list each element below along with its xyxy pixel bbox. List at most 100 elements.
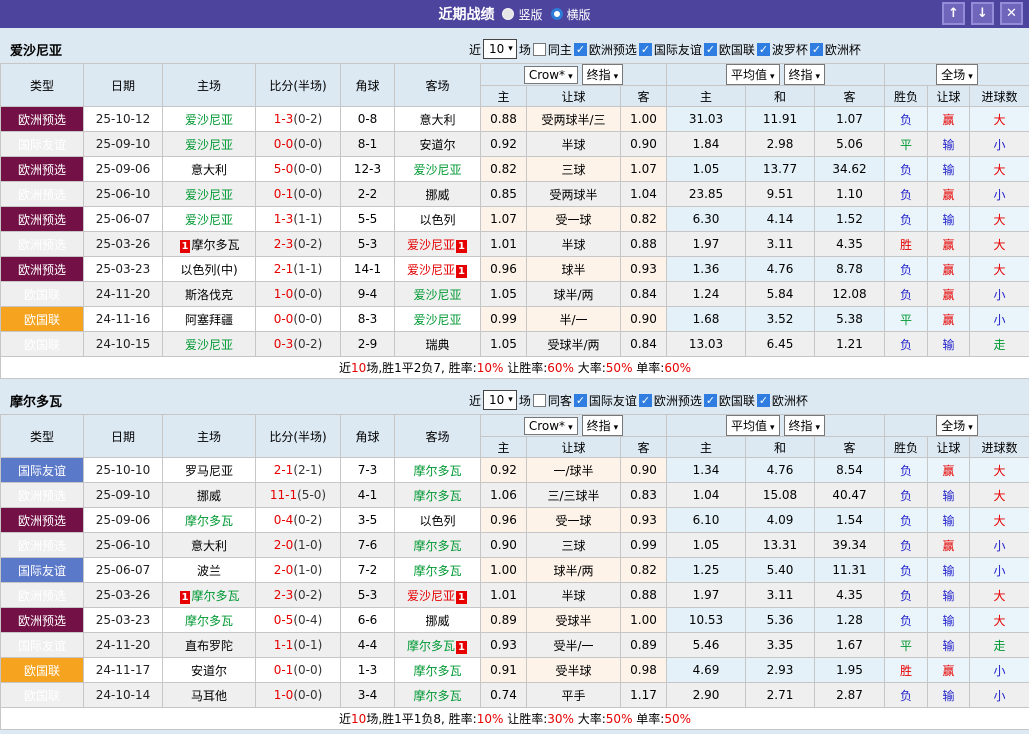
fulltime-score: 0-1 [274, 663, 294, 677]
result-cell-1: 赢 [928, 307, 970, 332]
home-team-name: 罗马尼亚 [185, 464, 233, 478]
competition-checkbox-3[interactable] [757, 43, 770, 56]
away-team-cell: 摩尔多瓦 [395, 683, 481, 708]
score-cell: 0-4(0-2) [256, 508, 341, 533]
summary-segment: 近 [339, 361, 351, 375]
competition-checkbox-0[interactable] [574, 43, 587, 56]
column-corner: 角球 [341, 64, 395, 107]
odds-cell-3: 1.34 [667, 458, 746, 483]
radio-selected-icon[interactable] [502, 8, 514, 20]
final-odds-select-2[interactable]: 终指▾ [784, 64, 826, 85]
odds-cell-1: 球半 [527, 257, 621, 282]
bookmaker-select[interactable]: Crow*▾ [524, 417, 578, 435]
score-cell: 0-1(0-0) [256, 182, 341, 207]
fulltime-score: 1-3 [274, 112, 294, 126]
table-row: 欧国联24-10-15爱沙尼亚0-3(0-2)2-9瑞典1.05受球半/两0.8… [1, 332, 1029, 357]
home-team-name: 摩尔多瓦 [185, 514, 233, 528]
home-team-name: 意大利 [191, 539, 227, 553]
odds-cell-1: 半球 [527, 232, 621, 257]
summary-segment: 让胜率: [503, 712, 547, 726]
home-team-name: 爱沙尼亚 [185, 188, 233, 202]
radio-unselected-icon[interactable] [551, 8, 563, 20]
fulltime-score: 2-0 [274, 538, 294, 552]
final-odds-select[interactable]: 终指▾ [582, 64, 624, 85]
match-type-cell: 欧洲预选 [1, 508, 84, 533]
competition-checkbox-1[interactable] [639, 43, 652, 56]
summary-segment: 10% [477, 361, 504, 375]
odds-cell-3: 2.90 [667, 683, 746, 708]
result-cell-0: 负 [885, 107, 928, 132]
odds-cell-5: 1.54 [815, 508, 885, 533]
fulltime-select[interactable]: 全场▾ [936, 64, 978, 85]
subcolumn-0: 主 [481, 437, 527, 458]
competition-checkbox-3[interactable] [757, 394, 770, 407]
score-cell: 2-3(0-2) [256, 232, 341, 257]
odds-cell-3: 1.05 [667, 533, 746, 558]
scroll-up-button[interactable]: ↑ [942, 2, 965, 25]
score-cell: 1-3(1-1) [256, 207, 341, 232]
competition-checkbox-2[interactable] [704, 43, 717, 56]
home-team-name: 摩尔多瓦 [185, 614, 233, 628]
same-venue-checkbox[interactable] [533, 43, 546, 56]
subcolumn-6: 胜负 [885, 437, 928, 458]
summary-segment: 30% [547, 712, 574, 726]
match-type-cell: 欧洲预选 [1, 533, 84, 558]
fulltime-select[interactable]: 全场▾ [936, 415, 978, 436]
layout-horizontal-radio[interactable]: 横版 [551, 6, 591, 23]
final-odds-select[interactable]: 终指▾ [582, 415, 624, 436]
away-team-name: 摩尔多瓦 [413, 689, 461, 703]
result-cell-2: 大 [970, 107, 1029, 132]
odds-cell-3: 1.84 [667, 132, 746, 157]
odds-cell-3: 13.03 [667, 332, 746, 357]
odds-cell-5: 4.35 [815, 583, 885, 608]
odds-cell-1: 受两球半/三 [527, 107, 621, 132]
away-team-cell: 爱沙尼亚 [395, 307, 481, 332]
average-select[interactable]: 平均值▾ [726, 64, 780, 85]
red-card-badge: 1 [456, 240, 467, 253]
halftime-score: (0-0) [293, 162, 322, 176]
fulltime-score: 0-4 [274, 513, 294, 527]
bookmaker-select[interactable]: Crow*▾ [524, 66, 578, 84]
radio-horizontal-label: 横版 [567, 6, 591, 23]
competition-checkbox-2[interactable] [704, 394, 717, 407]
recent-count-select[interactable]: 10▾ [483, 390, 517, 410]
result-cell-2: 小 [970, 182, 1029, 207]
away-team-name: 挪威 [425, 614, 449, 628]
odds-cell-0: 0.89 [481, 608, 527, 633]
odds-cell-5: 1.10 [815, 182, 885, 207]
away-team-cell: 爱沙尼亚 [395, 157, 481, 182]
odds-cell-0: 0.96 [481, 508, 527, 533]
recent-count-select[interactable]: 10▾ [483, 39, 517, 59]
home-team-cell: 爱沙尼亚 [163, 132, 256, 157]
match-date-cell: 25-03-23 [84, 257, 163, 282]
odds-cell-4: 4.76 [746, 458, 815, 483]
result-cell-0: 负 [885, 683, 928, 708]
competition-checkbox-4[interactable] [810, 43, 823, 56]
result-cell-2: 小 [970, 683, 1029, 708]
score-cell: 2-3(0-2) [256, 583, 341, 608]
layout-vertical-radio[interactable]: 竖版 [502, 6, 542, 23]
odds-cell-1: 球半/两 [527, 558, 621, 583]
summary-segment: 10 [351, 361, 366, 375]
odds-cell-4: 4.76 [746, 257, 815, 282]
result-cell-0: 负 [885, 458, 928, 483]
competition-checkbox-0[interactable] [574, 394, 587, 407]
result-cell-2: 大 [970, 157, 1029, 182]
result-cell-1: 输 [928, 207, 970, 232]
subcolumn-2: 客 [621, 86, 667, 107]
away-team-cell: 挪威 [395, 182, 481, 207]
competition-checkbox-1[interactable] [639, 394, 652, 407]
final-odds-select-2[interactable]: 终指▾ [784, 415, 826, 436]
close-button[interactable]: ✕ [1000, 2, 1023, 25]
corner-cell: 6-6 [341, 608, 395, 633]
match-type-cell: 国际友谊 [1, 633, 84, 658]
chevron-down-icon: ▾ [816, 72, 821, 82]
average-select[interactable]: 平均值▾ [726, 415, 780, 436]
summary-segment: 50% [606, 361, 633, 375]
odds-group-average: 平均值▾终指▾ [667, 64, 885, 86]
odds-cell-4: 9.51 [746, 182, 815, 207]
summary-segment: 大率: [574, 361, 606, 375]
scroll-down-button[interactable]: ↓ [971, 2, 994, 25]
same-venue-checkbox[interactable] [533, 394, 546, 407]
column-type: 类型 [1, 415, 84, 458]
